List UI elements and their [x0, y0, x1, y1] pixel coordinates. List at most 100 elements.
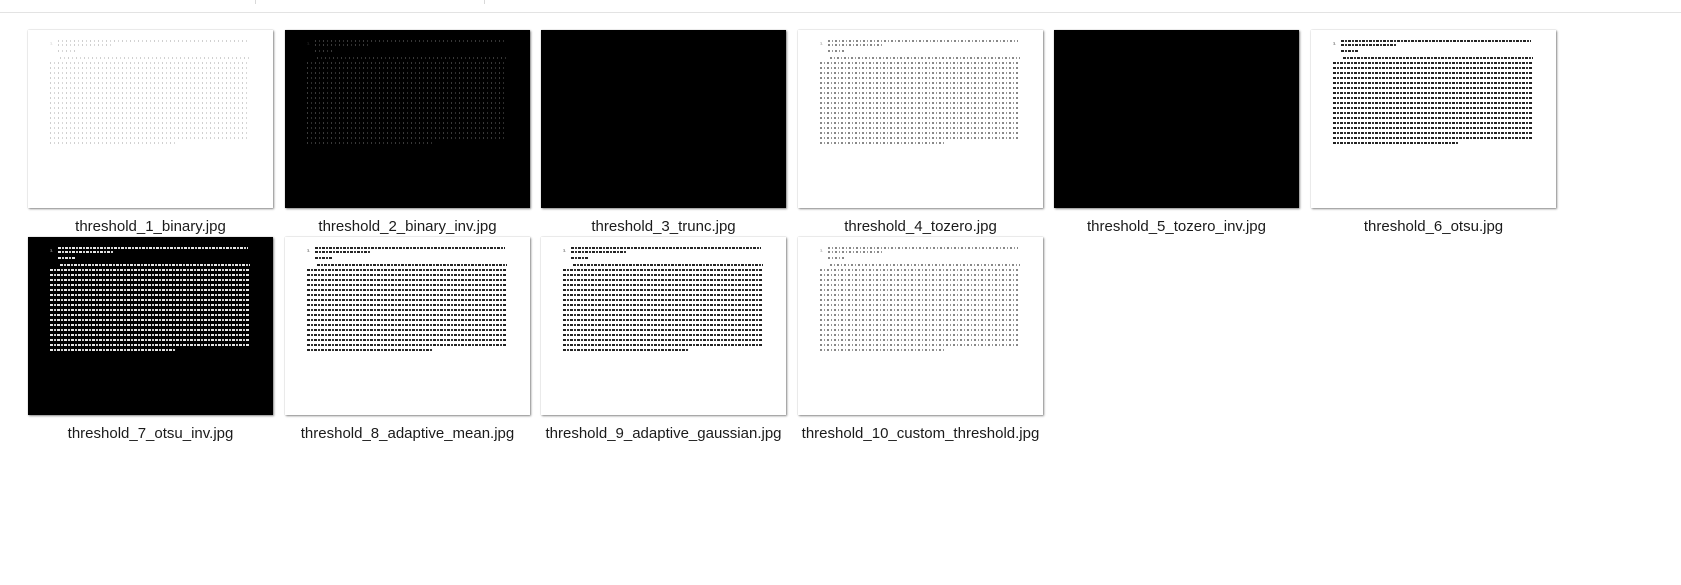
preview-text-line — [50, 349, 175, 351]
preview-text-line — [563, 294, 763, 296]
preview-text-line — [50, 334, 250, 336]
preview-heading-line — [828, 40, 1018, 42]
preview-heading-line — [828, 50, 846, 52]
preview-text-line — [1333, 142, 1458, 144]
preview-text-line — [50, 324, 250, 326]
preview-text-line — [50, 289, 250, 291]
preview-text-line — [563, 349, 688, 351]
preview-text-line — [1333, 82, 1533, 84]
section-number: 3. — [50, 248, 53, 253]
preview-heading-line — [315, 50, 333, 52]
file-item[interactable]: 3. threshold_9_adaptive_gaussian.jpg — [541, 237, 816, 459]
preview-heading-line — [315, 251, 370, 253]
preview-text-line — [50, 339, 250, 341]
file-thumbnail: 3. — [798, 30, 1043, 208]
preview-text-line — [820, 289, 1020, 291]
file-item[interactable]: threshold_3_trunc.jpg — [541, 30, 816, 252]
file-thumbnail: 3. — [541, 237, 786, 415]
preview-text-line — [50, 329, 250, 331]
preview-text-line — [820, 92, 1020, 94]
preview-text-line — [820, 339, 1020, 341]
preview-text-line — [50, 299, 250, 301]
preview-text-line — [1333, 102, 1533, 104]
file-thumbnail: 3. — [28, 237, 273, 415]
preview-text-line — [50, 102, 250, 104]
preview-text-line — [820, 87, 1020, 89]
preview-text-line — [50, 309, 250, 311]
preview-text-line — [50, 274, 250, 276]
file-item[interactable]: threshold_5_tozero_inv.jpg — [1054, 30, 1329, 252]
preview-text-line — [820, 127, 1020, 129]
section-number: 3. — [307, 41, 310, 46]
preview-text-line — [563, 329, 763, 331]
preview-text-line — [50, 279, 250, 281]
preview-text-line — [820, 284, 1020, 286]
document-preview: 3. — [820, 247, 1025, 354]
preview-text-line — [820, 82, 1020, 84]
preview-text-line — [820, 299, 1020, 301]
preview-text-line — [1333, 77, 1533, 79]
preview-text-line — [307, 309, 507, 311]
preview-text-line — [50, 304, 250, 306]
preview-text-line — [820, 72, 1020, 74]
preview-text-line — [307, 102, 507, 104]
file-name-label: threshold_9_adaptive_gaussian.jpg — [545, 425, 782, 442]
preview-text-line — [307, 112, 507, 114]
file-item[interactable]: 3. threshold_2_binary_inv.jpg — [285, 30, 560, 252]
preview-text-line — [820, 122, 1020, 124]
file-item[interactable]: 3. threshold_1_binary.jpg — [28, 30, 303, 252]
file-name-label: threshold_1_binary.jpg — [75, 218, 226, 235]
preview-heading-line — [828, 44, 883, 46]
file-item[interactable]: 3. threshold_7_otsu_inv.jpg — [28, 237, 303, 459]
file-name-label: threshold_10_custom_threshold.jpg — [801, 425, 1040, 442]
preview-heading-line — [1341, 44, 1396, 46]
preview-text-line — [830, 57, 1020, 59]
preview-text-line — [307, 324, 507, 326]
preview-text-line — [563, 289, 763, 291]
preview-text-line — [563, 324, 763, 326]
preview-text-line — [60, 57, 250, 59]
preview-text-line — [50, 294, 250, 296]
section-number: 3. — [1333, 41, 1336, 46]
file-name-label: threshold_7_otsu_inv.jpg — [67, 425, 234, 442]
preview-heading-line — [58, 50, 76, 52]
file-item[interactable]: 3. threshold_6_otsu.jpg — [1311, 30, 1586, 252]
preview-text-line — [563, 344, 763, 346]
preview-text-line — [563, 304, 763, 306]
preview-text-line — [563, 279, 763, 281]
file-thumbnail: 3. — [1311, 30, 1556, 208]
preview-text-line — [50, 87, 250, 89]
document-preview: 3. — [50, 40, 255, 147]
file-name-label: threshold_8_adaptive_mean.jpg — [300, 425, 515, 442]
preview-heading-line — [571, 257, 589, 259]
preview-text-line — [307, 269, 507, 271]
preview-text-line — [563, 299, 763, 301]
preview-text-line — [1333, 127, 1533, 129]
file-item[interactable]: 3. threshold_10_custom_threshold.jpg — [798, 237, 1073, 459]
preview-text-line — [307, 62, 507, 64]
preview-text-line — [307, 92, 507, 94]
preview-text-line — [307, 334, 507, 336]
preview-text-line — [307, 344, 507, 346]
document-preview: 3. — [1333, 40, 1538, 147]
preview-text-line — [307, 87, 507, 89]
preview-text-line — [307, 319, 507, 321]
preview-heading-line — [58, 40, 248, 42]
preview-text-line — [820, 137, 1020, 139]
preview-heading-line — [828, 247, 1018, 249]
preview-text-line — [50, 112, 250, 114]
preview-heading-line — [58, 44, 113, 46]
preview-text-line — [563, 309, 763, 311]
preview-text-line — [50, 142, 175, 144]
preview-text-line — [1333, 97, 1533, 99]
preview-heading-line — [58, 251, 113, 253]
preview-heading-line — [1341, 50, 1359, 52]
file-item[interactable]: 3. threshold_4_tozero.jpg — [798, 30, 1073, 252]
file-thumbnail: 3. — [285, 30, 530, 208]
file-item[interactable]: 3. threshold_8_adaptive_mean.jpg — [285, 237, 560, 459]
preview-heading-line — [571, 251, 626, 253]
preview-text-line — [563, 269, 763, 271]
section-number: 3. — [50, 41, 53, 46]
preview-heading-line — [58, 257, 76, 259]
preview-text-line — [820, 132, 1020, 134]
